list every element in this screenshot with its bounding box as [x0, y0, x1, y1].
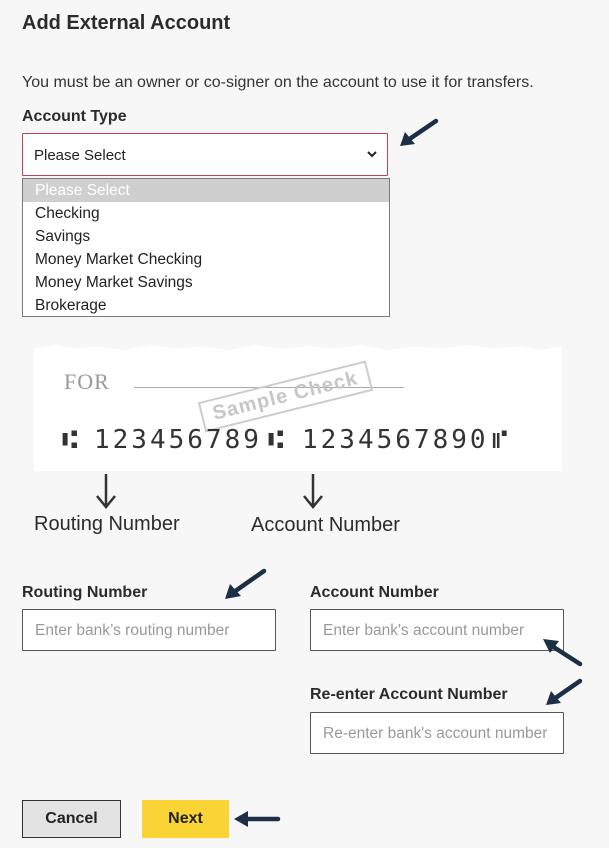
next-button[interactable]: Next — [142, 800, 229, 838]
arrow-pointer-icon — [546, 678, 583, 705]
down-arrow-icon — [303, 474, 323, 509]
routing-number-placeholder: Enter bank’s routing number — [35, 622, 230, 639]
reenter-account-number-label: Re-enter Account Number — [310, 686, 508, 703]
arrow-pointer-icon — [543, 639, 583, 667]
check-for-text: FOR — [64, 369, 110, 394]
account-type-value: Please Select — [34, 147, 126, 164]
option-brokerage[interactable]: Brokerage — [23, 294, 389, 316]
account-number-placeholder: Enter bank's account number — [323, 622, 525, 639]
routing-number-caption: Routing Number — [34, 513, 180, 535]
account-number-input[interactable]: Enter bank's account number — [310, 609, 564, 651]
check-routing-digits: 123456789 — [94, 425, 262, 455]
arrow-pointer-icon — [225, 568, 267, 599]
account-number-caption: Account Number — [251, 514, 400, 536]
routing-number-label: Routing Number — [22, 584, 148, 601]
arrow-pointer-icon — [234, 811, 281, 827]
sample-check-stamp: Sample Check — [197, 360, 373, 433]
reenter-account-number-input[interactable]: Re-enter bank's account number — [310, 712, 564, 754]
micr-on-us-icon: ⑈ — [492, 425, 511, 455]
account-number-label: Account Number — [310, 584, 439, 601]
chevron-down-icon — [367, 151, 377, 158]
account-type-label: Account Type — [22, 108, 127, 125]
down-arrow-icon — [96, 474, 116, 509]
page-title: Add External Account — [22, 12, 231, 34]
owner-notice: You must be an owner or co-signer on the… — [22, 74, 534, 91]
option-checking[interactable]: Checking — [23, 202, 389, 225]
option-please-select[interactable]: Please Select — [23, 179, 389, 202]
check-account-digits: 1234567890 — [302, 425, 489, 455]
account-type-options: Please Select Checking Savings Money Mar… — [22, 178, 390, 317]
arrow-pointer-icon — [400, 118, 439, 146]
account-type-select[interactable]: Please Select — [22, 133, 388, 176]
reenter-account-number-placeholder: Re-enter bank's account number — [323, 725, 548, 742]
micr-symbol-icon: ⑆ — [268, 425, 287, 455]
option-money-market-savings[interactable]: Money Market Savings — [23, 271, 389, 294]
option-savings[interactable]: Savings — [23, 225, 389, 248]
sample-check-image: FOR Sample Check ⑆ 123456789 ⑆ 123456789… — [34, 345, 562, 471]
routing-number-input[interactable]: Enter bank’s routing number — [22, 609, 276, 651]
option-money-market-checking[interactable]: Money Market Checking — [23, 248, 389, 271]
micr-symbol-icon: ⑆ — [62, 425, 81, 455]
cancel-button[interactable]: Cancel — [22, 800, 121, 838]
